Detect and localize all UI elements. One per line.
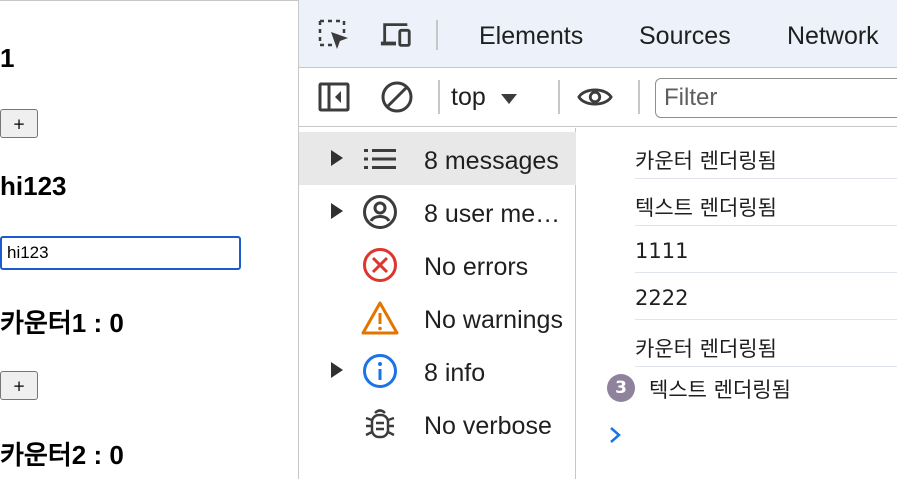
expand-arrow-icon[interactable] <box>331 362 343 378</box>
app-page: 1 + hi123 카운터1 : 0 + 카운터2 : 0 <box>0 0 298 479</box>
toolbar-divider <box>438 80 440 114</box>
info-icon <box>361 352 399 390</box>
sidebar-toggle-icon[interactable] <box>316 79 352 115</box>
expand-arrow-icon[interactable] <box>331 203 343 219</box>
sidebar-item-user-messages[interactable]: 8 user me… <box>299 185 576 238</box>
counter1-heading: 카운터1 : 0 <box>0 308 124 338</box>
context-selector[interactable]: top <box>451 80 518 114</box>
text-heading: hi123 <box>0 171 67 201</box>
devtools-tabbar: Elements Sources Network <box>299 0 897 68</box>
console-log-line: 카운터 렌더링됨 <box>635 133 897 179</box>
user-icon <box>361 193 399 231</box>
chevron-down-icon <box>500 83 518 112</box>
sidebar-item-verbose[interactable]: No verbose <box>299 397 576 450</box>
error-icon <box>361 246 399 284</box>
live-expression-eye-icon[interactable] <box>577 79 613 115</box>
sidebar-item-info[interactable]: 8 info <box>299 344 576 397</box>
tabbar-divider <box>436 20 438 50</box>
increment-button[interactable]: + <box>0 109 38 138</box>
console-toolbar: top <box>299 68 897 127</box>
sidebar-item-label: 8 user me… <box>424 200 561 228</box>
sidebar-item-messages[interactable]: 8 messages <box>299 132 576 185</box>
toolbar-divider <box>638 80 640 114</box>
devtools-panel: Elements Sources Network top Filter 8 me… <box>298 0 897 479</box>
console-log-line: 텍스트 렌더링됨 <box>649 378 791 402</box>
console-output: 카운터 렌더링됨 텍스트 렌더링됨 1111 2222 카운터 렌더링됨 3 텍… <box>577 128 897 479</box>
tab-elements[interactable]: Elements <box>479 22 583 51</box>
tab-sources[interactable]: Sources <box>639 22 731 51</box>
clear-console-icon[interactable] <box>379 79 415 115</box>
bug-icon <box>361 405 399 443</box>
device-toolbar-icon[interactable] <box>379 18 413 52</box>
repeat-count-badge: 3 <box>607 374 635 402</box>
console-sidebar: 8 messages 8 user me… No errors No warni… <box>299 128 576 479</box>
sidebar-item-errors[interactable]: No errors <box>299 238 576 291</box>
filter-input[interactable] <box>655 78 897 118</box>
sidebar-item-label: No errors <box>424 253 529 281</box>
sidebar-item-label: 8 info <box>424 359 486 387</box>
count-heading: 1 <box>0 43 15 73</box>
console-log-line: 2222 <box>635 274 897 320</box>
inspect-element-icon[interactable] <box>317 18 351 52</box>
console-log-line: 1111 <box>635 227 897 273</box>
console-prompt-chevron-icon[interactable] <box>605 424 625 446</box>
list-icon <box>361 140 399 178</box>
sidebar-item-label: 8 messages <box>424 147 559 175</box>
warning-icon <box>361 299 399 337</box>
text-input[interactable] <box>0 236 241 270</box>
tab-network[interactable]: Network <box>787 22 879 51</box>
expand-arrow-icon[interactable] <box>331 150 343 166</box>
sidebar-item-label: No verbose <box>424 412 552 440</box>
console-log-line: 텍스트 렌더링됨 <box>635 180 897 226</box>
context-label: top <box>451 82 486 111</box>
toolbar-divider <box>558 80 560 114</box>
counter2-heading: 카운터2 : 0 <box>0 440 124 470</box>
sidebar-item-warnings[interactable]: No warnings <box>299 291 576 344</box>
console-log-line: 카운터 렌더링됨 <box>635 321 897 367</box>
sidebar-item-label: No warnings <box>424 306 563 334</box>
counter1-increment-button[interactable]: + <box>0 371 38 400</box>
